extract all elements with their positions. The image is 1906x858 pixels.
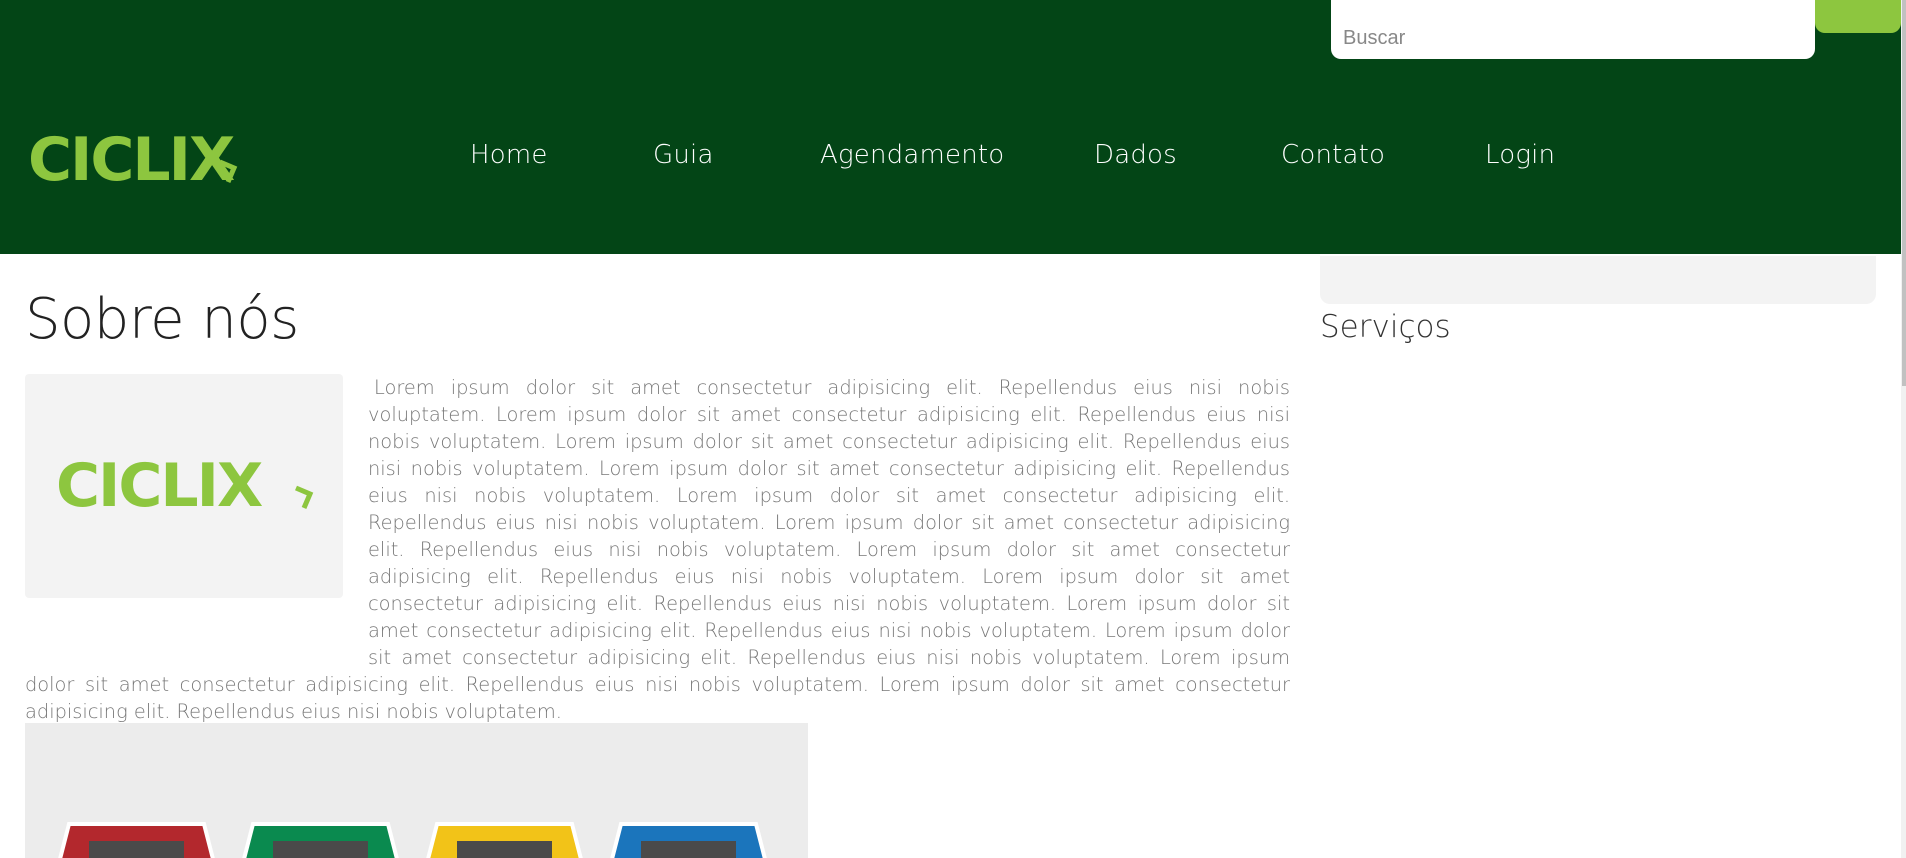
recycling-bin-opening [457,841,552,858]
recycling-bin-opening [273,841,368,858]
search-box [1331,0,1815,59]
site-header: CICLIX Home Guia Agendamento Dados Conta… [0,0,1901,254]
main-nav: Home Guia Agendamento Dados Contato Logi… [0,140,1901,188]
ciclix-logo-icon: CICLIX [56,452,314,516]
logo-text: CICLIX [56,452,263,516]
scrollbar-thumb[interactable] [1902,0,1906,386]
recycling-bins-image [25,723,808,858]
sidebar-title: Serviços [1320,309,1451,345]
recycling-bin-opening [641,841,736,858]
nav-item-dados[interactable]: Dados [1094,140,1177,170]
page-title: Sobre nós [25,287,299,352]
about-logo-image: CICLIX [25,374,343,598]
sidebar-box [1320,256,1876,304]
nav-item-home[interactable]: Home [470,140,548,170]
search-button[interactable] [1815,0,1901,33]
nav-item-guia[interactable]: Guia [653,140,714,170]
recycling-bin-opening [89,841,184,858]
nav-item-agendamento[interactable]: Agendamento [820,140,1004,170]
nav-item-contato[interactable]: Contato [1281,140,1385,170]
nav-item-login[interactable]: Login [1485,140,1555,170]
search-input[interactable] [1331,0,1815,59]
recycling-bins-icon [58,822,767,858]
